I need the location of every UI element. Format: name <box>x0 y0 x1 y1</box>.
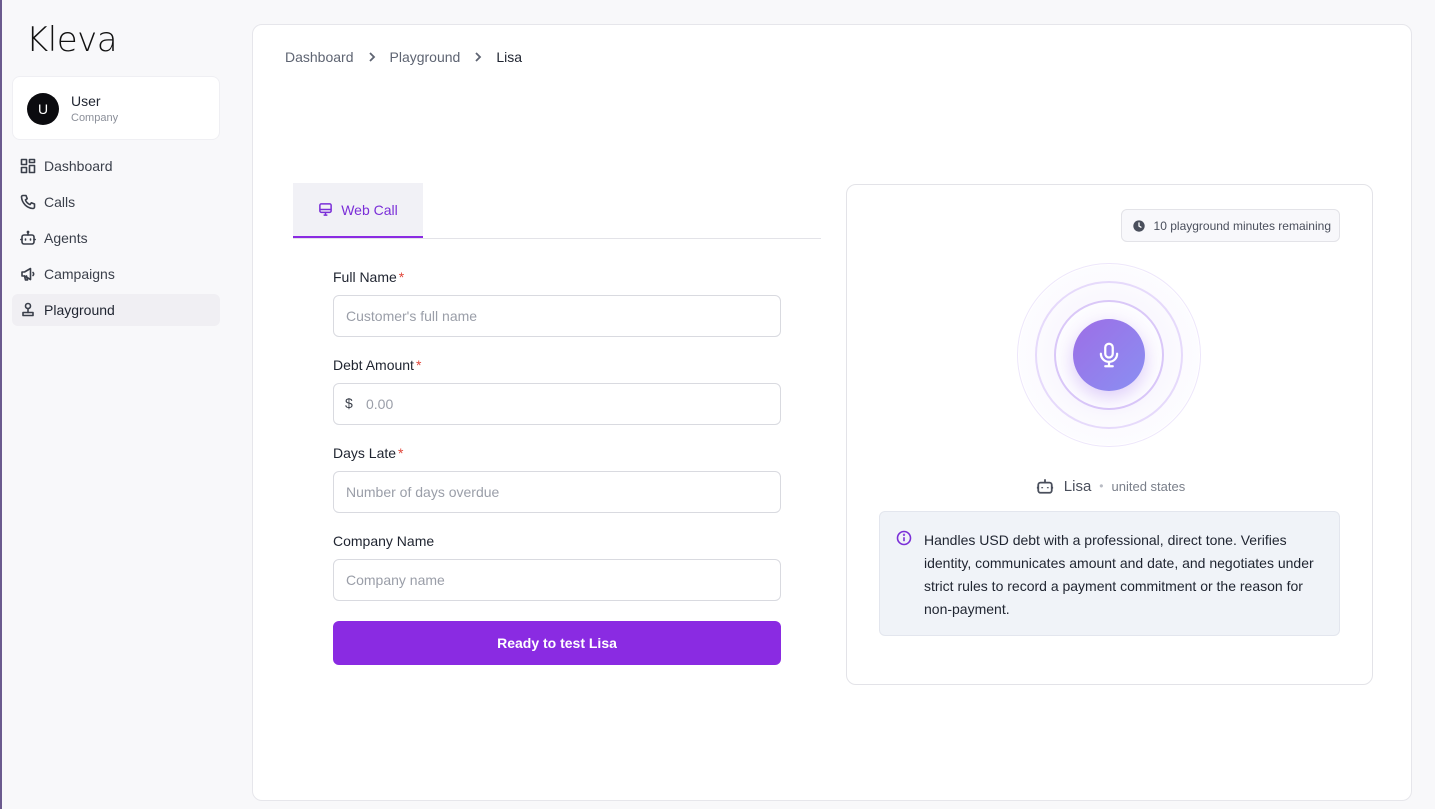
sidebar-item-campaigns[interactable]: Campaigns <box>12 258 220 290</box>
required-marker: * <box>398 269 405 285</box>
tab-label: Web Call <box>341 201 398 218</box>
required-marker: * <box>415 357 422 373</box>
breadcrumb: Dashboard Playground Lisa <box>285 49 522 65</box>
company-name-label: Company Name <box>333 533 435 549</box>
debt-amount-input[interactable] <box>333 383 781 425</box>
chevron-right-icon <box>368 52 375 62</box>
agent-region: united states <box>1111 478 1186 494</box>
agent-description-box: Handles USD debt with a professional, di… <box>879 511 1340 636</box>
info-icon <box>896 530 912 546</box>
sidebar-item-calls[interactable]: Calls <box>12 186 220 218</box>
days-late-field: Days Late * <box>333 445 781 513</box>
sidebar-nav: Dashboard Calls Agents Campaigns Playgro… <box>12 150 220 330</box>
avatar: U <box>27 93 59 125</box>
clock-icon <box>1132 219 1145 232</box>
agent-name: Lisa <box>1063 477 1092 495</box>
microphone-icon <box>1099 342 1119 368</box>
sidebar-item-label: Campaigns <box>44 266 115 282</box>
sidebar-item-label: Playground <box>44 302 115 318</box>
main-content: Dashboard Playground Lisa Web Call Full … <box>252 24 1412 801</box>
microphone-button[interactable] <box>1073 319 1145 391</box>
tab-web-call[interactable]: Web Call <box>293 183 423 238</box>
full-name-field: Full Name * <box>333 269 781 337</box>
user-company: Company <box>71 112 119 124</box>
minutes-remaining-badge: 10 playground minutes remaining <box>1120 209 1340 242</box>
days-late-input[interactable] <box>333 471 781 513</box>
minutes-remaining-text: 10 playground minutes remaining <box>1153 218 1331 233</box>
grid-icon <box>20 158 36 174</box>
playground-icon <box>22 302 34 317</box>
monitor-icon <box>319 203 333 216</box>
sidebar-item-label: Calls <box>44 194 76 210</box>
breadcrumb-current: Lisa <box>496 49 523 65</box>
agent-identity: Lisa • united states <box>847 477 1374 495</box>
sidebar: Kleva U User Company Dashboard Calls Age… <box>2 0 242 809</box>
debt-amount-field: Debt Amount * $ <box>333 357 781 425</box>
company-name-input[interactable] <box>333 559 781 601</box>
megaphone-icon <box>21 267 35 281</box>
days-late-label: Days Late * <box>333 445 404 461</box>
user-name: User <box>71 93 101 109</box>
agent-description: Handles USD debt with a professional, di… <box>924 532 1314 617</box>
sidebar-item-playground[interactable]: Playground <box>12 294 220 326</box>
bot-icon <box>20 230 36 245</box>
required-marker: * <box>398 445 404 461</box>
phone-icon <box>20 194 36 210</box>
breadcrumb-playground[interactable]: Playground <box>390 49 461 65</box>
call-tabs: Web Call <box>293 183 821 239</box>
full-name-input[interactable] <box>333 295 781 337</box>
bot-icon <box>1036 479 1053 494</box>
agent-panel: 10 playground minutes remaining Lisa • u… <box>846 184 1373 685</box>
voice-orb <box>987 255 1231 455</box>
app-logo[interactable]: Kleva <box>26 20 118 60</box>
debt-amount-label: Debt Amount * <box>333 357 422 373</box>
breadcrumb-dashboard[interactable]: Dashboard <box>285 49 354 65</box>
sidebar-item-label: Agents <box>44 230 88 246</box>
sidebar-item-label: Dashboard <box>44 158 113 174</box>
sidebar-item-agents[interactable]: Agents <box>12 222 220 254</box>
sidebar-item-dashboard[interactable]: Dashboard <box>12 150 220 182</box>
start-test-button[interactable]: Ready to test Lisa <box>333 621 781 665</box>
chevron-right-icon <box>475 52 482 62</box>
currency-prefix: $ <box>345 395 353 411</box>
web-call-form: Full Name* Debt Amount* $ Days Late* Com… <box>333 269 781 665</box>
separator-dot: • <box>1099 479 1104 493</box>
user-card[interactable]: U User Company <box>12 76 220 140</box>
full-name-label: Full Name * <box>333 269 405 285</box>
company-name-field: Company Name <box>333 533 781 601</box>
